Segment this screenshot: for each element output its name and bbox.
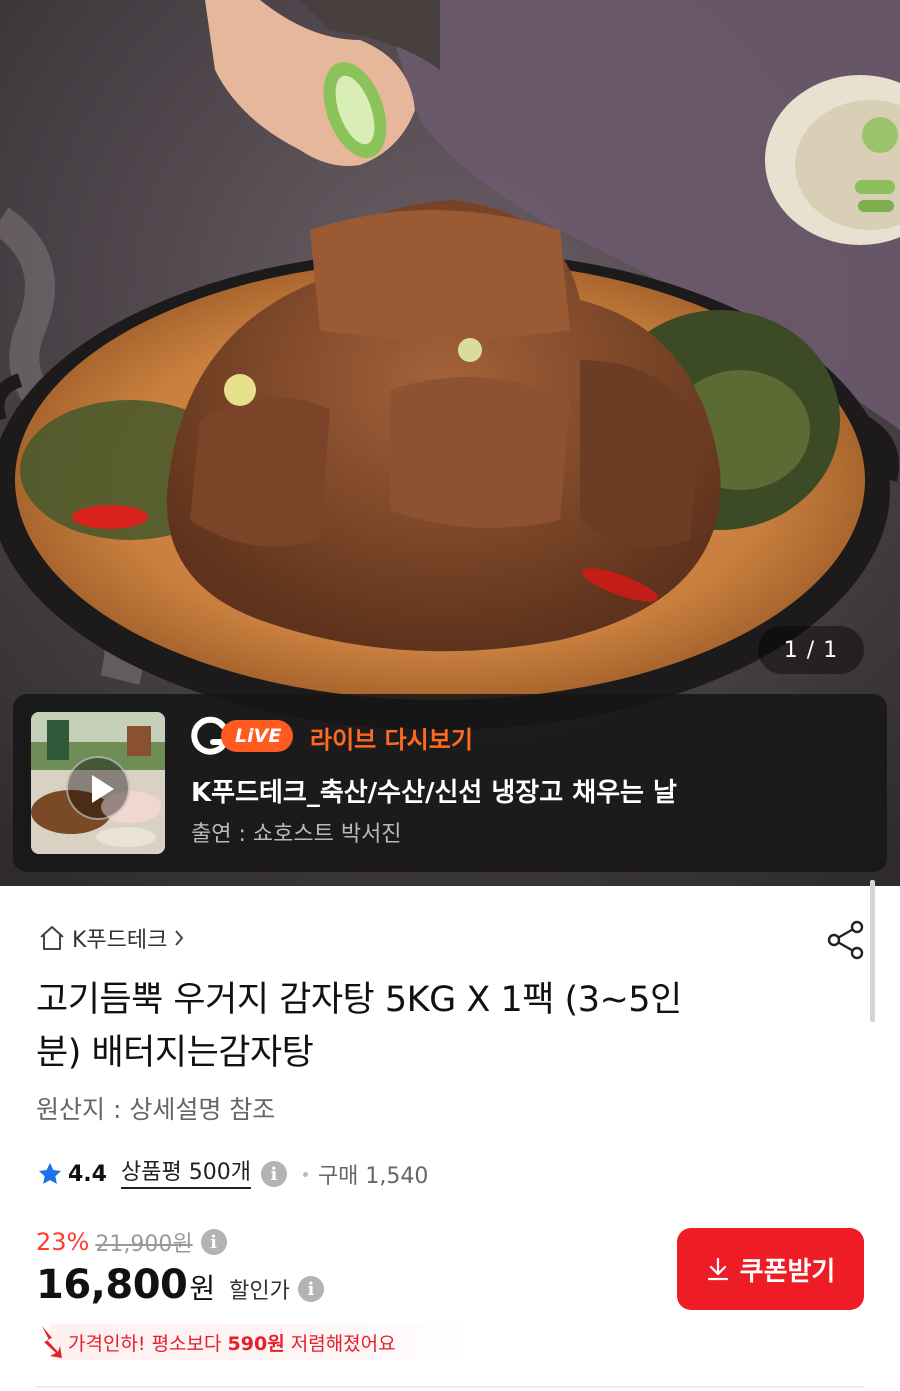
- chevron-right-icon: [175, 930, 184, 946]
- live-replay-label: 라이브 다시보기: [310, 726, 473, 754]
- live-replay-banner[interactable]: LiVE 라이브 다시보기 K푸드테크_축산/수산/신선 냉장고 채우는 날 출…: [13, 694, 887, 872]
- live-thumbnail[interactable]: [31, 712, 165, 854]
- discount-rate: 23%: [36, 1228, 90, 1256]
- download-icon: [707, 1257, 728, 1281]
- price-drop-suffix: 저렴해졌어요: [284, 1332, 396, 1355]
- info-icon[interactable]: i: [260, 1161, 287, 1187]
- review-count-link[interactable]: 상품평 500개: [120, 1159, 251, 1189]
- g-live-logo: LiVE: [191, 716, 294, 756]
- info-icon[interactable]: i: [297, 1276, 324, 1302]
- store-name: K푸드테크: [72, 928, 168, 953]
- coupon-button[interactable]: 쿠폰받기: [677, 1228, 864, 1310]
- price-drop-amount: 590원: [227, 1332, 285, 1355]
- price-drop-notice: 가격인하! 평소보다 590원 저렴해졌어요: [36, 1322, 470, 1362]
- scrollbar[interactable]: [870, 880, 875, 1022]
- price-drop-prefix: 가격인하! 평소보다: [68, 1332, 228, 1355]
- product-title-line1: 고기듬뿍 우거지 감자탕 5KG X 1팩 (3~5인: [36, 980, 682, 1020]
- star-icon: [38, 1162, 62, 1184]
- live-badge: LiVE: [221, 720, 294, 752]
- price-down-arrow-icon: [42, 1326, 62, 1358]
- divider: [36, 1386, 864, 1388]
- home-icon: [40, 926, 64, 950]
- image-counter: 1 / 1: [758, 626, 864, 674]
- current-price: 16,800: [36, 1262, 188, 1308]
- purchase-count: 구매 1,540: [317, 1164, 429, 1189]
- original-price: 21,900원: [95, 1232, 193, 1257]
- live-host: 출연 : 쇼호스트 박서진: [191, 822, 402, 847]
- price-row: 16,800 원 할인가 i: [36, 1262, 324, 1308]
- product-title: 고기듬뿍 우거지 감자탕 5KG X 1팩 (3~5인 분) 배터지는감자탕: [36, 974, 836, 1080]
- share-icon[interactable]: [822, 916, 870, 964]
- coupon-label: 쿠폰받기: [739, 1256, 836, 1287]
- separator-dot: [302, 1171, 308, 1177]
- store-link[interactable]: K푸드테크: [36, 922, 187, 954]
- discount-row: 23% 21,900원 i: [36, 1226, 227, 1258]
- price-label: 할인가: [229, 1279, 290, 1304]
- price-drop-text: 가격인하! 평소보다 590원 저렴해졌어요: [68, 1329, 396, 1356]
- rating-score: 4.4: [68, 1161, 107, 1187]
- origin-text: 원산지 : 상세설명 참조: [36, 1095, 276, 1124]
- info-icon[interactable]: i: [200, 1229, 227, 1255]
- rating-row: 4.4 상품평 500개 i 구매 1,540: [36, 1154, 428, 1194]
- live-title: K푸드테크_축산/수산/신선 냉장고 채우는 날: [191, 778, 677, 808]
- play-icon[interactable]: [66, 756, 130, 820]
- price-currency: 원: [189, 1272, 216, 1305]
- product-title-line2: 분) 배터지는감자탕: [36, 1033, 314, 1073]
